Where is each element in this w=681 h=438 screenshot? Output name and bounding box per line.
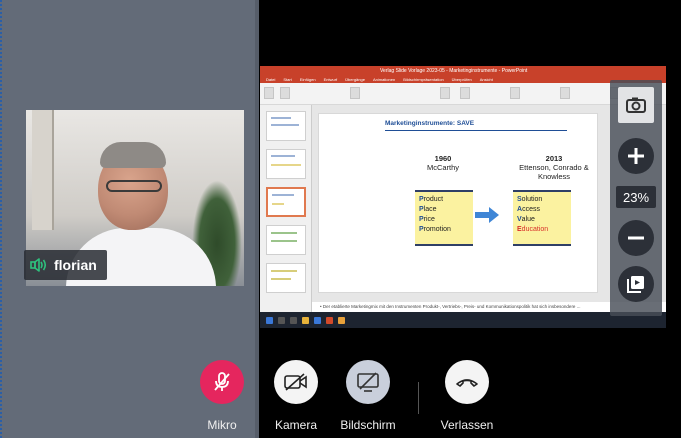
- windows-taskbar: [260, 312, 666, 328]
- snapshot-button[interactable]: [618, 87, 654, 123]
- slide-title: Marketinginstrumente: SAVE: [385, 120, 475, 127]
- ppt-ribbon: [260, 83, 666, 105]
- camera-label: Kamera: [274, 418, 318, 432]
- save-box: Solution Access Value Education: [513, 190, 571, 246]
- camera-control[interactable]: Kamera: [261, 360, 331, 432]
- windows-start-icon: [266, 316, 273, 324]
- ppt-menu-item: Übergänge: [345, 77, 365, 82]
- mic-toggle-button[interactable]: [200, 360, 244, 404]
- left-year: 1960: [434, 154, 452, 163]
- slide-thumbnail: [266, 149, 306, 179]
- background-door: [32, 110, 54, 230]
- leave-call-button[interactable]: [445, 360, 489, 404]
- participant-name: florian: [54, 257, 97, 273]
- ppt-menu-item: Datei: [266, 77, 276, 82]
- ribbon-paragraph-icon: [460, 87, 470, 99]
- ppt-menu-item: Überprüfen: [451, 77, 472, 82]
- ribbon-new-slide-icon: [280, 87, 290, 99]
- right-arrow-icon: [475, 207, 499, 223]
- ribbon-font-icon: [440, 87, 450, 99]
- screen-control[interactable]: Bildschirm: [333, 360, 403, 432]
- powerpoint-icon: [326, 316, 333, 324]
- zoom-level: 23%: [616, 186, 656, 208]
- zoom-out-button[interactable]: [618, 220, 654, 256]
- zoom-panel: 23%: [610, 80, 662, 316]
- hang-up-icon: [456, 379, 478, 387]
- ppt-menu-bar: Datei Start Einfügen Entwurf Übergänge A…: [260, 76, 666, 83]
- speaker-active-icon: [30, 257, 48, 273]
- slide-thumbnail: [266, 111, 306, 141]
- participant-name-badge: florian: [24, 250, 107, 280]
- four-p-box: Product Place Price Promotion: [415, 190, 473, 246]
- gallery-button[interactable]: [618, 266, 654, 302]
- mic-control[interactable]: Mikro: [187, 360, 257, 432]
- app-icon: [338, 316, 345, 324]
- ppt-title-bar: Verlag Slide Vorlage 2023-05 - Marketing…: [260, 66, 666, 76]
- call-controls: Mikro Kamera Bildschirm Verlassen: [0, 360, 681, 438]
- left-author: McCarthy: [426, 163, 460, 172]
- search-icon: [278, 316, 285, 324]
- slide-thumbnail-active: [266, 187, 306, 217]
- ribbon-layout-icon: [350, 87, 360, 99]
- right-author-line-2: Knowless: [537, 172, 571, 181]
- camera-toggle-button[interactable]: [274, 360, 318, 404]
- current-slide: Marketinginstrumente: SAVE 1960 McCarthy…: [318, 113, 598, 293]
- plus-icon: [628, 148, 644, 164]
- person-hair: [100, 142, 166, 168]
- ribbon-shapes-icon: [510, 87, 520, 99]
- right-year: 2013: [545, 154, 563, 163]
- task-view-icon: [290, 316, 297, 324]
- slide-thumbnail: [266, 225, 306, 255]
- slide-title-underline: [385, 130, 567, 131]
- zoom-in-button[interactable]: [618, 138, 654, 174]
- ppt-menu-item: Animationen: [372, 77, 396, 82]
- gallery-icon: [627, 276, 644, 293]
- slide-thumbnail-pane: [260, 105, 312, 312]
- mic-off-icon: [214, 372, 230, 391]
- right-author-line-1: Ettenson, Conrado &: [519, 163, 589, 172]
- person-glasses: [106, 180, 162, 192]
- video-call-window: florian Verlag Slide Vorlage 2023-05 - M…: [0, 0, 681, 438]
- leave-control[interactable]: Verlassen: [432, 360, 502, 432]
- shared-screen: Verlag Slide Vorlage 2023-05 - Marketing…: [260, 66, 666, 328]
- ppt-menu-item: Einfügen: [299, 77, 316, 82]
- ppt-menu-item: Entwurf: [323, 77, 338, 82]
- leave-label: Verlassen: [440, 418, 494, 432]
- slide-thumbnail: [266, 263, 306, 293]
- browser-icon: [314, 316, 321, 324]
- controls-separator: [418, 382, 419, 414]
- left-column-heading: 1960 McCarthy: [413, 154, 473, 172]
- screen-share-button[interactable]: [346, 360, 390, 404]
- screen-share-off-icon: [357, 372, 379, 392]
- camera-icon: [626, 97, 646, 113]
- folder-icon: [302, 316, 309, 324]
- right-column-heading: 2013 Ettenson, Conrado & Knowless: [499, 154, 609, 181]
- camera-off-icon: [284, 373, 307, 391]
- mic-label: Mikro: [207, 418, 237, 432]
- ppt-menu-item: Bildschirmpräsentation: [403, 77, 444, 82]
- minus-icon: [628, 236, 644, 240]
- ppt-menu-item: Ansicht: [479, 77, 493, 82]
- ppt-menu-item: Start: [283, 77, 292, 82]
- ribbon-paste-icon: [264, 87, 274, 99]
- ppt-workspace: Marketinginstrumente: SAVE 1960 McCarthy…: [260, 105, 666, 312]
- ribbon-arrange-icon: [560, 87, 570, 99]
- screen-label: Bildschirm: [340, 418, 396, 432]
